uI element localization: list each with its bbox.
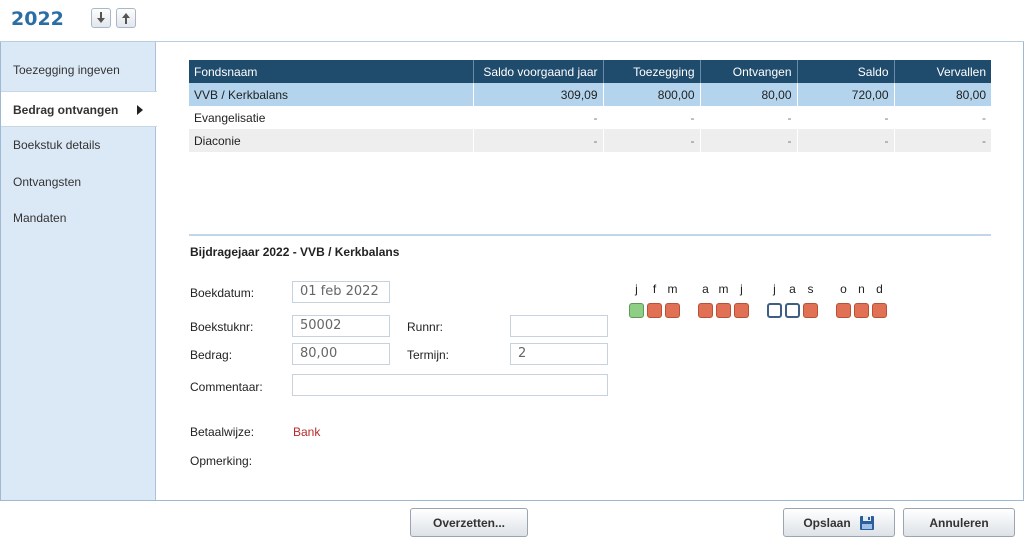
column-header[interactable]: Vervallen xyxy=(893,60,991,83)
table-header-row: Fondsnaam Saldo voorgaand jaar Toezeggin… xyxy=(189,60,991,83)
table-cell: 720,00 xyxy=(796,83,894,106)
sidebar-item-label: Bedrag ontvangen xyxy=(13,103,119,117)
table-cell: Evangelisatie xyxy=(189,106,473,129)
month-status-box[interactable] xyxy=(647,303,662,318)
sidebar-item-label: Mandaten xyxy=(13,211,67,225)
table-cell: - xyxy=(796,106,894,129)
form-title: Bijdragejaar 2022 - VVB / Kerkbalans xyxy=(190,245,400,259)
sidebar-item-bedrag-ontvangen[interactable]: Bedrag ontvangen xyxy=(1,91,157,127)
month-letter: a xyxy=(789,282,796,296)
column-header[interactable]: Saldo voorgaand jaar xyxy=(472,60,603,83)
month-letter: j xyxy=(773,282,776,296)
sidebar-item-ontvangsten[interactable]: Ontvangsten xyxy=(1,164,156,200)
month-letter: a xyxy=(702,282,709,296)
boekstuknr-field[interactable]: 50002 xyxy=(292,315,390,337)
month-status-box[interactable] xyxy=(716,303,731,318)
main-frame: Toezegging ingeven Bedrag ontvangen Boek… xyxy=(0,42,1024,501)
year-title: 2022 xyxy=(11,8,64,30)
table-cell: - xyxy=(893,106,991,129)
month-letter: d xyxy=(876,282,883,296)
sidebar: Toezegging ingeven Bedrag ontvangen Boek… xyxy=(1,42,157,500)
month-letter: m xyxy=(667,282,678,296)
table-cell: - xyxy=(699,129,797,152)
table-row[interactable]: Evangelisatie - - - - - xyxy=(189,106,991,129)
table-row[interactable]: VVB / Kerkbalans 309,09 800,00 80,00 720… xyxy=(189,83,991,106)
month-letter: j xyxy=(635,282,638,296)
section-divider xyxy=(189,234,991,236)
annuleren-label: Annuleren xyxy=(929,515,989,530)
year-up-button[interactable] xyxy=(116,8,136,28)
column-header[interactable]: Fondsnaam xyxy=(189,60,473,83)
table-cell: - xyxy=(893,129,991,152)
bedrag-field[interactable]: 80,00 xyxy=(292,343,390,365)
runnr-field[interactable] xyxy=(510,315,608,337)
month-status-box[interactable] xyxy=(785,303,800,318)
month-status-box[interactable] xyxy=(767,303,782,318)
opslaan-button[interactable]: Opslaan xyxy=(783,508,895,537)
sidebar-item-boekstuk-details[interactable]: Boekstuk details xyxy=(1,127,156,163)
table-cell: - xyxy=(796,129,894,152)
table-cell: - xyxy=(602,129,700,152)
table-row[interactable]: Diaconie - - - - - xyxy=(189,129,991,152)
caret-right-icon xyxy=(137,105,143,115)
boekstuknr-label: Boekstuknr: xyxy=(190,320,254,334)
runnr-label: Runnr: xyxy=(407,320,444,334)
table-cell: 80,00 xyxy=(893,83,991,106)
opslaan-label: Opslaan xyxy=(803,515,851,530)
commentaar-label: Commentaar: xyxy=(190,380,263,394)
funds-table: Fondsnaam Saldo voorgaand jaar Toezeggin… xyxy=(189,60,991,152)
table-cell: 80,00 xyxy=(699,83,797,106)
table-cell: Diaconie xyxy=(189,129,473,152)
termijn-label: Termijn: xyxy=(407,348,450,362)
column-header[interactable]: Toezegging xyxy=(602,60,700,83)
month-status-box[interactable] xyxy=(836,303,851,318)
table-cell: 309,09 xyxy=(472,83,603,106)
table-cell: VVB / Kerkbalans xyxy=(189,83,473,106)
month-letter: m xyxy=(718,282,729,296)
sidebar-item-label: Toezegging ingeven xyxy=(13,63,120,77)
month-letter: f xyxy=(652,282,657,296)
column-header[interactable]: Saldo xyxy=(796,60,894,83)
annuleren-button[interactable]: Annuleren xyxy=(903,508,1015,537)
month-status-box[interactable] xyxy=(698,303,713,318)
table-cell: 800,00 xyxy=(602,83,700,106)
month-letter: s xyxy=(807,282,814,296)
save-icon xyxy=(859,515,874,530)
betaalwijze-label: Betaalwijze: xyxy=(190,425,255,439)
boekdatum-label: Boekdatum: xyxy=(190,286,255,300)
termijn-field[interactable]: 2 xyxy=(510,343,608,365)
month-letter: j xyxy=(740,282,743,296)
bedrag-label: Bedrag: xyxy=(190,348,233,362)
arrow-down-icon xyxy=(97,12,105,23)
month-status-box[interactable] xyxy=(803,303,818,318)
sidebar-item-label: Ontvangsten xyxy=(13,175,82,189)
boekdatum-field[interactable]: 01 feb 2022 xyxy=(292,281,390,303)
table-cell: - xyxy=(602,106,700,129)
overzetten-button[interactable]: Overzetten... xyxy=(410,508,528,537)
table-cell: - xyxy=(699,106,797,129)
month-status-box[interactable] xyxy=(872,303,887,318)
betaalwijze-value: Bank xyxy=(293,425,321,439)
opmerking-label: Opmerking: xyxy=(190,454,253,468)
arrow-up-icon xyxy=(122,13,130,24)
table-cell: - xyxy=(472,129,603,152)
table-cell: - xyxy=(472,106,603,129)
column-header[interactable]: Ontvangen xyxy=(699,60,797,83)
sidebar-item-label: Boekstuk details xyxy=(13,138,101,152)
sidebar-item-toezegging-ingeven[interactable]: Toezegging ingeven xyxy=(1,52,156,88)
month-status-box[interactable] xyxy=(734,303,749,318)
month-status-box[interactable] xyxy=(629,303,644,318)
commentaar-field[interactable] xyxy=(292,374,608,396)
month-letter: n xyxy=(858,282,865,296)
month-status-box[interactable] xyxy=(665,303,680,318)
month-status-box[interactable] xyxy=(854,303,869,318)
month-letter: o xyxy=(840,282,847,296)
top-bar: 2022 xyxy=(0,0,1024,42)
sidebar-item-mandaten[interactable]: Mandaten xyxy=(1,200,156,236)
year-down-button[interactable] xyxy=(91,8,111,28)
overzetten-label: Overzetten... xyxy=(432,515,506,530)
